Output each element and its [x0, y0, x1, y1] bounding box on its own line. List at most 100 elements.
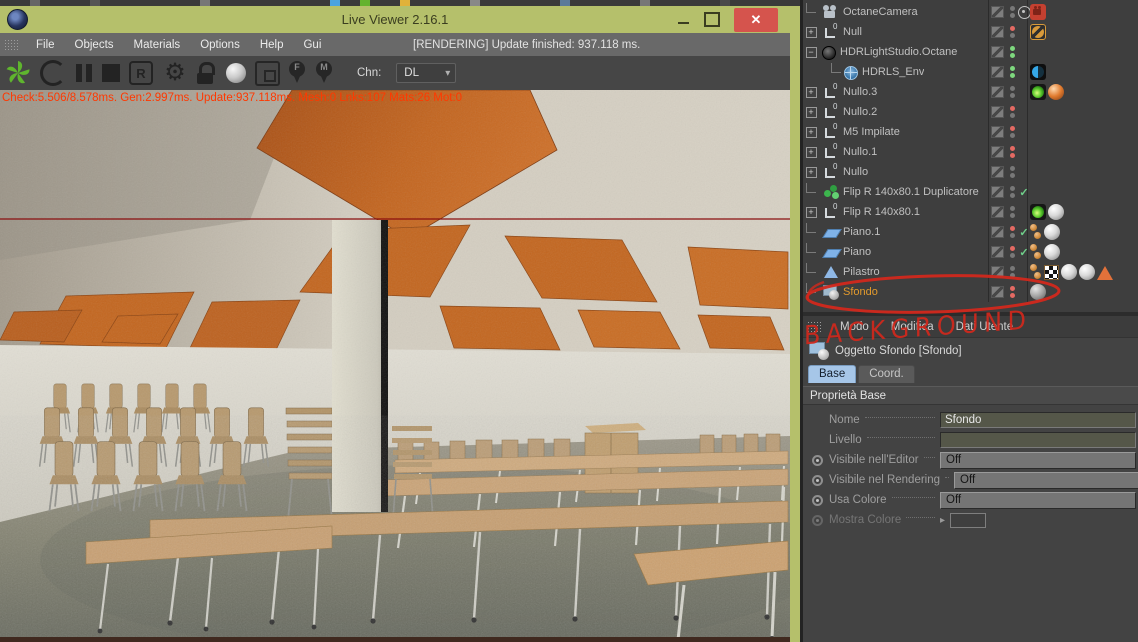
editor-visibility-dot[interactable]	[1009, 286, 1015, 291]
render-visibility-dot[interactable]	[1009, 133, 1015, 138]
material-tag-icon[interactable]	[1044, 244, 1060, 260]
render-mode-icon[interactable]	[129, 61, 153, 85]
tree-row-hdrls-env[interactable]: HDRLS_Env	[803, 62, 1138, 82]
nome-input[interactable]: Sfondo	[940, 412, 1136, 428]
target-icon[interactable]	[1017, 5, 1031, 19]
material-tag-icon[interactable]	[1044, 224, 1060, 240]
octane-objecttag-icon[interactable]	[1030, 24, 1046, 40]
material-tag-icon[interactable]	[1048, 204, 1064, 220]
orange-dots-tag-icon[interactable]	[1030, 224, 1042, 240]
editor-visibility-dot[interactable]	[1009, 186, 1015, 191]
render-visibility-dot[interactable]	[1009, 293, 1015, 298]
editor-visibility-dot[interactable]	[1009, 206, 1015, 211]
title-bar[interactable]: Live Viewer 2.16.1	[0, 6, 790, 33]
render-visibility-dot[interactable]	[1009, 53, 1015, 58]
maximize-button[interactable]	[704, 12, 720, 27]
layer-toggle-icon[interactable]	[991, 6, 1004, 18]
tree-row-nullo2[interactable]: Nullo.2	[803, 102, 1138, 122]
material-tag-icon[interactable]	[1061, 264, 1077, 280]
editor-visibility-dot[interactable]	[1009, 226, 1015, 231]
render-region-icon[interactable]	[255, 60, 280, 86]
expand-icon[interactable]	[805, 166, 817, 178]
section-header[interactable]: Proprietà Base	[803, 386, 1138, 405]
render-viewport[interactable]: Check:5.506/8.578ms. Gen:2.997ms. Update…	[0, 90, 790, 637]
tree-row-pilastro[interactable]: Pilastro	[803, 262, 1138, 282]
layer-toggle-icon[interactable]	[991, 166, 1004, 178]
collapse-icon[interactable]	[805, 46, 817, 58]
octane-camera-tag-icon[interactable]	[1030, 4, 1046, 20]
color-swatch[interactable]	[950, 512, 987, 528]
stop-render-icon[interactable]	[102, 64, 120, 82]
pause-render-icon[interactable]	[75, 63, 93, 83]
tree-row-nullo1[interactable]: Nullo.1	[803, 142, 1138, 162]
menu-gui[interactable]: Gui	[293, 39, 331, 51]
editor-visibility-dot[interactable]	[1009, 86, 1015, 91]
expand-icon[interactable]	[805, 106, 817, 118]
menu-modo[interactable]: Modo	[829, 321, 880, 333]
gray-material-tag-icon[interactable]	[1030, 284, 1046, 300]
layer-toggle-icon[interactable]	[991, 106, 1004, 118]
render-visibility-dot[interactable]	[1009, 173, 1015, 178]
editor-visibility-dot[interactable]	[1009, 266, 1015, 271]
layer-toggle-icon[interactable]	[991, 126, 1004, 138]
enabled-check-icon[interactable]	[1019, 226, 1028, 239]
editor-visibility-dot[interactable]	[1009, 6, 1015, 11]
menu-materials[interactable]: Materials	[124, 39, 191, 51]
layer-toggle-icon[interactable]	[991, 26, 1004, 38]
triangle-tag-icon[interactable]	[1097, 265, 1113, 280]
close-button[interactable]	[734, 7, 778, 32]
tree-row-m5-impilate[interactable]: M5 Impilate	[803, 122, 1138, 142]
editor-visibility-dot[interactable]	[1009, 26, 1015, 31]
render-visibility-dot[interactable]	[1009, 273, 1015, 278]
render-visibility-dot[interactable]	[1009, 233, 1015, 238]
editor-visibility-dot[interactable]	[1009, 106, 1015, 111]
octane-logo-icon[interactable]	[5, 60, 31, 86]
animation-dot-icon[interactable]	[812, 494, 823, 506]
tree-row-nullo[interactable]: Nullo	[803, 162, 1138, 182]
editor-visibility-dot[interactable]	[1009, 246, 1015, 251]
grip-icon[interactable]	[807, 320, 823, 333]
expand-icon[interactable]	[805, 86, 817, 98]
tab-coord[interactable]: Coord.	[858, 365, 915, 383]
layer-toggle-icon[interactable]	[991, 186, 1004, 198]
orange-dots-tag-icon[interactable]	[1030, 264, 1042, 280]
light-tag-icon[interactable]	[1030, 204, 1046, 220]
tree-row-piano1[interactable]: Piano.1	[803, 222, 1138, 242]
layer-toggle-icon[interactable]	[991, 246, 1004, 258]
animation-dot-icon[interactable]	[812, 454, 823, 466]
editor-visibility-dot[interactable]	[1009, 146, 1015, 151]
render-visibility-dot[interactable]	[1009, 93, 1015, 98]
render-visibility-dot[interactable]	[1009, 193, 1015, 198]
menu-file[interactable]: File	[26, 39, 65, 51]
editor-visibility-dot[interactable]	[1009, 126, 1015, 131]
editor-visibility-dot[interactable]	[1009, 66, 1015, 71]
environment-tag-icon[interactable]	[1030, 64, 1046, 80]
expand-arrow-icon[interactable]: ▸	[940, 515, 945, 526]
layer-toggle-icon[interactable]	[991, 146, 1004, 158]
tree-row-flip-r[interactable]: Flip R 140x80.1	[803, 202, 1138, 222]
animation-dot-icon[interactable]	[812, 474, 823, 486]
restart-render-icon[interactable]	[40, 60, 66, 86]
render-visibility-dot[interactable]	[1009, 73, 1015, 78]
light-tag-icon[interactable]	[1030, 84, 1046, 100]
expand-icon[interactable]	[805, 206, 817, 218]
render-visibility-dot[interactable]	[1009, 33, 1015, 38]
layer-toggle-icon[interactable]	[991, 86, 1004, 98]
editor-visibility-dot[interactable]	[1009, 166, 1015, 171]
settings-gear-icon[interactable]	[162, 60, 188, 86]
render-visibility-dot[interactable]	[1009, 113, 1015, 118]
material-tag-icon[interactable]	[1079, 264, 1095, 280]
layer-toggle-icon[interactable]	[991, 266, 1004, 278]
tab-base[interactable]: Base	[808, 365, 857, 383]
menu-dati-utente[interactable]: Dati Utente	[945, 321, 1025, 333]
enabled-check-icon[interactable]	[1019, 246, 1028, 259]
lock-icon[interactable]	[197, 62, 217, 84]
tree-row-hdrlightstudio[interactable]: HDRLightStudio.Octane	[803, 42, 1138, 62]
render-visibility-dot[interactable]	[1009, 13, 1015, 18]
layer-toggle-icon[interactable]	[991, 286, 1004, 298]
render-visibility-dot[interactable]	[1009, 153, 1015, 158]
expand-icon[interactable]	[805, 126, 817, 138]
layer-toggle-icon[interactable]	[991, 226, 1004, 238]
channel-dropdown[interactable]: DL	[396, 63, 457, 83]
menu-help[interactable]: Help	[250, 39, 294, 51]
